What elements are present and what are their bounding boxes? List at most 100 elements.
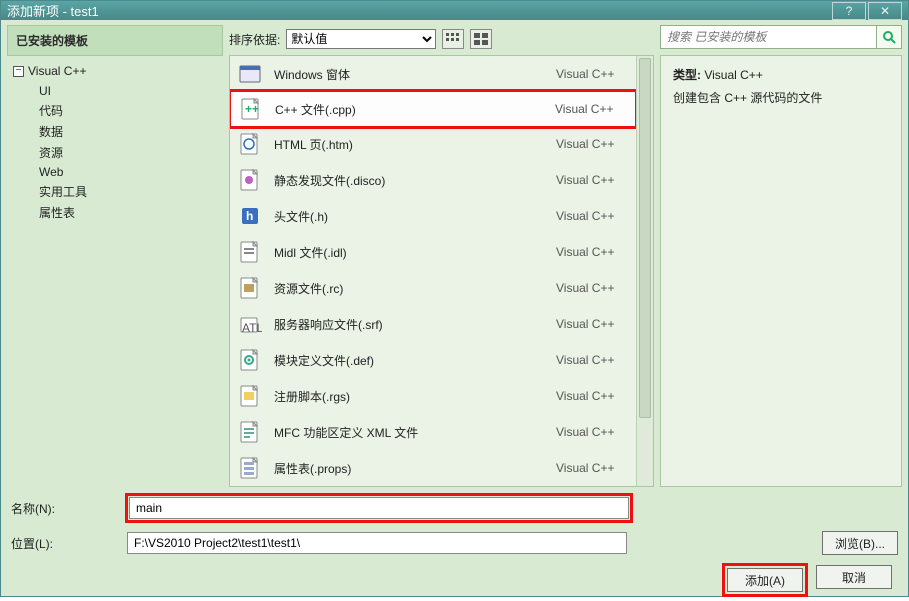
- tree-root[interactable]: − Visual C++: [13, 64, 217, 78]
- titlebar: 添加新项 - test1 ? ✕: [1, 1, 908, 20]
- search-button[interactable]: [876, 25, 902, 49]
- template-item[interactable]: 模块定义文件(.def) Visual C++: [230, 342, 636, 378]
- file-icon: [238, 456, 262, 480]
- file-icon: h: [238, 204, 262, 228]
- template-item-name: 资源文件(.rc): [274, 280, 544, 297]
- scrollbar-thumb[interactable]: [639, 58, 651, 418]
- template-item-name: 注册脚本(.rgs): [274, 388, 544, 405]
- view-medium-icons-button[interactable]: [470, 29, 492, 49]
- template-item-name: 头文件(.h): [274, 208, 544, 225]
- location-row: 位置(L): 浏览(B)...: [11, 531, 898, 555]
- template-item-lang: Visual C++: [556, 281, 626, 295]
- search-icon: [882, 30, 896, 44]
- file-icon: [238, 348, 262, 372]
- template-list-pane: 排序依据: 默认值 Windows 窗体Visual C++++C++ 文件(.…: [229, 25, 654, 487]
- details-type-line: 类型: Visual C++: [673, 66, 889, 83]
- tree-item[interactable]: UI: [39, 82, 217, 100]
- template-tree[interactable]: − Visual C++ UI代码数据资源Web实用工具属性表: [7, 56, 223, 231]
- template-item[interactable]: 资源文件(.rc) Visual C++: [230, 270, 636, 306]
- template-item-name: 模块定义文件(.def): [274, 352, 544, 369]
- tree-item[interactable]: Web: [39, 163, 217, 181]
- template-item-name: MFC 功能区定义 XML 文件: [274, 424, 544, 441]
- template-item[interactable]: MFC 功能区定义 XML 文件 Visual C++: [230, 414, 636, 450]
- location-input[interactable]: [127, 532, 627, 554]
- grid-small-icon: [446, 33, 460, 45]
- view-small-icons-button[interactable]: [442, 29, 464, 49]
- template-item-lang: Visual C++: [556, 209, 626, 223]
- template-item-lang: Visual C++: [556, 389, 626, 403]
- tree-item[interactable]: 资源: [39, 142, 217, 163]
- location-label: 位置(L):: [11, 535, 119, 552]
- installed-templates-pane: 已安装的模板 − Visual C++ UI代码数据资源Web实用工具属性表: [7, 25, 223, 487]
- add-button[interactable]: 添加(A): [727, 568, 803, 592]
- sort-label: 排序依据:: [229, 31, 280, 48]
- file-icon: [238, 168, 262, 192]
- template-item-name: 属性表(.props): [274, 460, 544, 477]
- svg-text:++: ++: [245, 102, 259, 116]
- details-desc: 创建包含 C++ 源代码的文件: [673, 89, 889, 106]
- template-item[interactable]: Windows 窗体 Visual C++: [230, 56, 636, 92]
- details-type-value: Visual C++: [704, 68, 762, 82]
- browse-button[interactable]: 浏览(B)...: [822, 531, 898, 555]
- name-row: 名称(N):: [11, 495, 898, 521]
- template-item-name: Windows 窗体: [274, 66, 544, 83]
- cancel-button[interactable]: 取消: [816, 565, 892, 589]
- grid-medium-icon: [474, 33, 488, 45]
- search-input[interactable]: [660, 25, 876, 49]
- close-button[interactable]: ✕: [868, 2, 902, 20]
- template-item-name: HTML 页(.htm): [274, 136, 544, 153]
- tree-item[interactable]: 实用工具: [39, 181, 217, 202]
- file-icon: [238, 384, 262, 408]
- template-item-lang: Visual C++: [556, 173, 626, 187]
- template-item-name: 静态发现文件(.disco): [274, 172, 544, 189]
- file-icon: [238, 132, 262, 156]
- tree-item[interactable]: 代码: [39, 100, 217, 121]
- top-row: 已安装的模板 − Visual C++ UI代码数据资源Web实用工具属性表 排…: [7, 25, 902, 487]
- template-item-lang: Visual C++: [556, 425, 626, 439]
- action-row: 添加(A) 取消: [11, 565, 898, 595]
- template-item[interactable]: ++C++ 文件(.cpp)Visual C++: [230, 91, 636, 127]
- details-info: 类型: Visual C++ 创建包含 C++ 源代码的文件: [660, 55, 902, 487]
- template-item-name: 服务器响应文件(.srf): [274, 316, 544, 333]
- template-list: Windows 窗体Visual C++++C++ 文件(.cpp)Visual…: [229, 55, 654, 487]
- template-item-lang: Visual C++: [556, 67, 626, 81]
- template-item[interactable]: Midl 文件(.idl) Visual C++: [230, 234, 636, 270]
- file-icon: [238, 420, 262, 444]
- bottom-form: 名称(N): 位置(L): 浏览(B)... 添加(A) 取消: [7, 487, 902, 595]
- template-item-name: Midl 文件(.idl): [274, 244, 544, 261]
- installed-templates-header: 已安装的模板: [7, 25, 223, 56]
- template-item[interactable]: 属性表(.props) Visual C++: [230, 450, 636, 486]
- template-item-lang: Visual C++: [556, 245, 626, 259]
- template-list-inner[interactable]: Windows 窗体Visual C++++C++ 文件(.cpp)Visual…: [230, 56, 636, 486]
- template-item-lang: Visual C++: [555, 102, 625, 116]
- name-input[interactable]: [129, 497, 629, 519]
- scrollbar[interactable]: [636, 56, 653, 486]
- dialog-window: 添加新项 - test1 ? ✕ 已安装的模板 − Visual C++ UI代…: [0, 0, 909, 597]
- details-type-label: 类型:: [673, 68, 701, 82]
- tree-item[interactable]: 数据: [39, 121, 217, 142]
- tree-item[interactable]: 属性表: [39, 202, 217, 223]
- svg-text:ATL: ATL: [242, 321, 262, 335]
- template-item-lang: Visual C++: [556, 353, 626, 367]
- svg-text:h: h: [246, 209, 253, 223]
- template-item[interactable]: 静态发现文件(.disco) Visual C++: [230, 162, 636, 198]
- details-pane: 类型: Visual C++ 创建包含 C++ 源代码的文件: [660, 25, 902, 487]
- collapse-icon[interactable]: −: [13, 66, 24, 77]
- template-item[interactable]: 注册脚本(.rgs) Visual C++: [230, 378, 636, 414]
- template-item[interactable]: HTML 页(.htm) Visual C++: [230, 126, 636, 162]
- file-icon: [238, 62, 262, 86]
- sort-select[interactable]: 默认值: [286, 29, 436, 49]
- template-item-lang: Visual C++: [556, 137, 626, 151]
- template-item-lang: Visual C++: [556, 461, 626, 475]
- search-row: [660, 25, 902, 49]
- name-label: 名称(N):: [11, 500, 119, 517]
- file-icon: [238, 240, 262, 264]
- list-toolbar: 排序依据: 默认值: [229, 25, 654, 55]
- window-title: 添加新项 - test1: [7, 1, 830, 20]
- template-item[interactable]: h 头文件(.h) Visual C++: [230, 198, 636, 234]
- dialog-body: 已安装的模板 − Visual C++ UI代码数据资源Web实用工具属性表 排…: [1, 20, 908, 601]
- template-item[interactable]: ATL服务器响应文件(.srf)Visual C++: [230, 306, 636, 342]
- file-icon: ATL: [238, 312, 262, 336]
- tree-root-label: Visual C++: [28, 64, 86, 78]
- help-button[interactable]: ?: [832, 2, 866, 20]
